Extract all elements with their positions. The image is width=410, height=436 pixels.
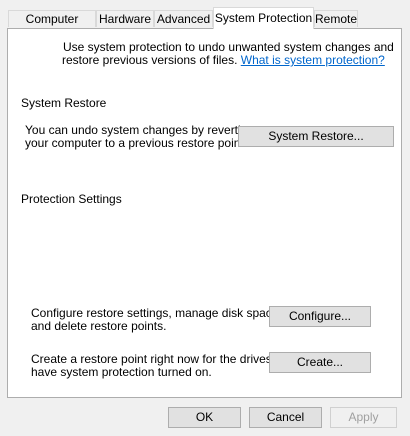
protection-settings-heading: Protection Settings xyxy=(21,192,122,206)
system-restore-heading: System Restore xyxy=(21,96,107,110)
intro-line2: restore previous versions of files. xyxy=(62,53,238,67)
what-is-system-protection-link[interactable]: What is system protection? xyxy=(241,53,385,67)
system-restore-desc-2: your computer to a previous restore poin… xyxy=(25,136,248,150)
tab-hardware[interactable]: Hardware xyxy=(96,10,154,27)
configure-button[interactable]: Configure... xyxy=(269,306,371,327)
cancel-button[interactable]: Cancel xyxy=(249,407,322,428)
system-restore-button[interactable]: System Restore... xyxy=(238,126,394,147)
tab-remote[interactable]: Remote xyxy=(314,10,358,27)
intro-text-2: restore previous versions of files. What… xyxy=(62,54,385,67)
tab-advanced[interactable]: Advanced xyxy=(154,10,213,27)
tab-system-protection[interactable]: System Protection xyxy=(213,7,314,29)
create-desc-2: have system protection turned on. xyxy=(31,365,212,379)
create-button[interactable]: Create... xyxy=(269,352,371,373)
ok-button[interactable]: OK xyxy=(168,407,241,428)
tab-computer-name[interactable]: Computer Name xyxy=(8,10,96,43)
configure-desc-2: and delete restore points. xyxy=(31,319,167,333)
tab-panel xyxy=(7,28,402,398)
apply-button[interactable]: Apply xyxy=(330,407,397,428)
